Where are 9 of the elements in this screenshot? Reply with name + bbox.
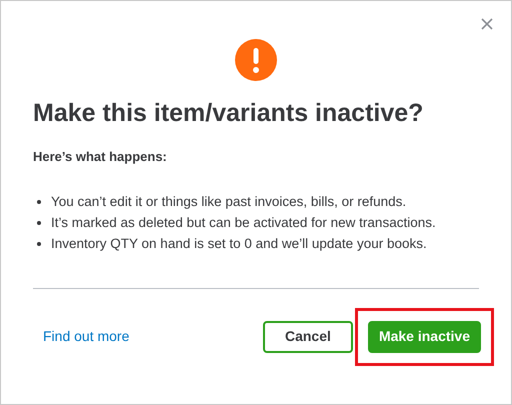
- bullet-text: It’s marked as deleted but can be activated for new transactions.: [51, 214, 436, 230]
- bullet-text: Inventory QTY on hand is set to 0 and we’ll update your books.: [51, 236, 427, 252]
- find-out-more-link[interactable]: Find out more: [43, 326, 130, 347]
- bullet-text: You can’t edit it or things like past invoices, bills, or refunds.: [51, 194, 406, 210]
- close-icon[interactable]: [480, 17, 494, 31]
- cancel-button[interactable]: Cancel: [262, 320, 353, 352]
- subtitle: Here’s what happens:: [33, 148, 168, 166]
- dialog-title: Make this item/variants inactive?: [33, 98, 424, 129]
- warning-icon: [235, 39, 277, 81]
